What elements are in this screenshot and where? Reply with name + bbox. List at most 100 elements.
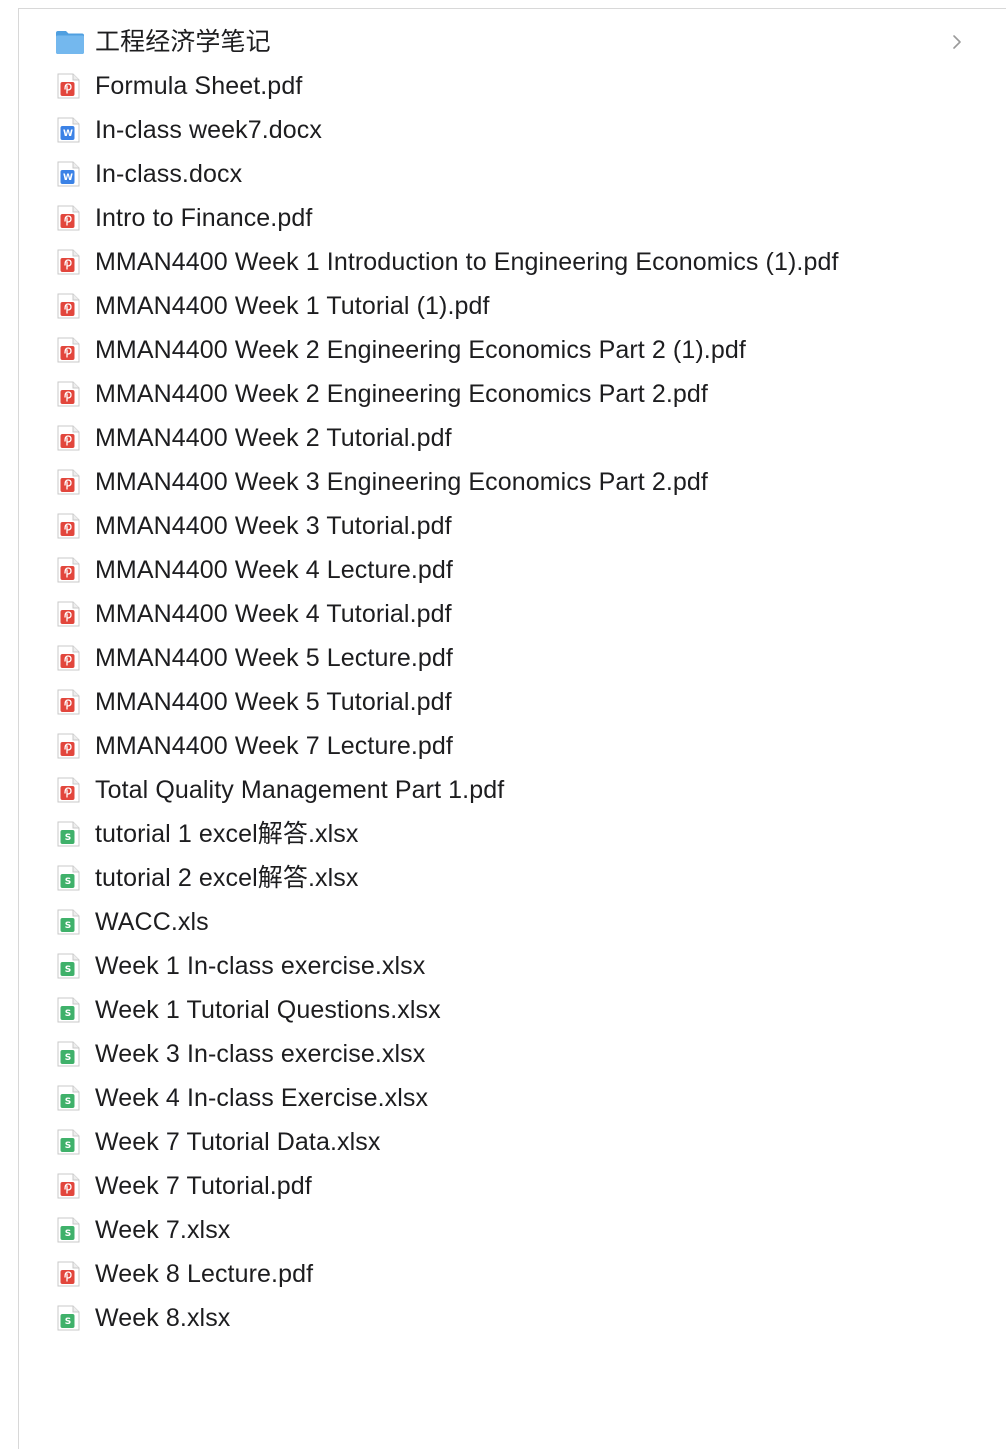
file-row[interactable]: S Week 3 In-class exercise.xlsx <box>19 1032 1006 1076</box>
svg-text:S: S <box>65 965 71 975</box>
files-container: Formula Sheet.pdf W In-class week7.docx W In… <box>19 64 1006 1340</box>
file-row[interactable]: Stutorial 2 excel解答.xlsx <box>19 856 1006 900</box>
file-name: Total Quality Management Part 1.pdf <box>95 776 505 804</box>
file-name: MMAN4400 Week 7 Lecture.pdf <box>95 732 453 760</box>
file-row[interactable]: MMAN4400 Week 5 Lecture.pdf <box>19 636 1006 680</box>
file-name: MMAN4400 Week 2 Engineering Economics Pa… <box>95 380 708 408</box>
file-row[interactable]: Total Quality Management Part 1.pdf <box>19 768 1006 812</box>
pdf-file-icon <box>55 249 81 275</box>
file-row[interactable]: S Week 4 In-class Exercise.xlsx <box>19 1076 1006 1120</box>
xlsx-file-icon: S <box>55 865 81 891</box>
pdf-file-icon <box>55 557 81 583</box>
pdf-file-icon <box>55 777 81 803</box>
file-row[interactable]: W In-class.docx <box>19 152 1006 196</box>
svg-text:S: S <box>65 1097 71 1107</box>
file-row[interactable]: MMAN4400 Week 2 Tutorial.pdf <box>19 416 1006 460</box>
xlsx-file-icon: S <box>55 909 81 935</box>
file-row[interactable]: Formula Sheet.pdf <box>19 64 1006 108</box>
file-name: MMAN4400 Week 2 Tutorial.pdf <box>95 424 452 452</box>
xlsx-file-icon: S <box>55 997 81 1023</box>
file-name: MMAN4400 Week 2 Engineering Economics Pa… <box>95 336 746 364</box>
file-row[interactable]: Week 8 Lecture.pdf <box>19 1252 1006 1296</box>
folder-name: 工程经济学笔记 <box>95 28 271 56</box>
pdf-file-icon <box>55 293 81 319</box>
svg-text:S: S <box>65 1229 71 1239</box>
pdf-file-icon <box>55 513 81 539</box>
file-row[interactable]: S Week 1 Tutorial Questions.xlsx <box>19 988 1006 1032</box>
folder-icon <box>55 29 84 55</box>
file-name: Week 3 In-class exercise.xlsx <box>95 1040 426 1068</box>
file-list: 工程经济学笔记 Formula Sheet.pdf W In-class week7… <box>19 20 1006 1340</box>
pdf-file-icon <box>55 1173 81 1199</box>
file-name: MMAN4400 Week 5 Tutorial.pdf <box>95 688 452 716</box>
pdf-file-icon <box>55 73 81 99</box>
file-name: MMAN4400 Week 1 Introduction to Engineer… <box>95 248 839 276</box>
file-row[interactable]: MMAN4400 Week 1 Introduction to Engineer… <box>19 240 1006 284</box>
file-row[interactable]: W In-class week7.docx <box>19 108 1006 152</box>
pdf-file-icon <box>55 645 81 671</box>
svg-text:S: S <box>65 1141 71 1151</box>
file-name: Week 1 In-class exercise.xlsx <box>95 952 426 980</box>
file-name: WACC.xls <box>95 908 209 936</box>
xlsx-file-icon: S <box>55 821 81 847</box>
file-name: In-class.docx <box>95 160 243 188</box>
file-name: MMAN4400 Week 1 Tutorial (1).pdf <box>95 292 490 320</box>
file-row[interactable]: MMAN4400 Week 2 Engineering Economics Pa… <box>19 372 1006 416</box>
file-name: Week 1 Tutorial Questions.xlsx <box>95 996 441 1024</box>
pdf-file-icon <box>55 601 81 627</box>
pdf-file-icon <box>55 689 81 715</box>
file-name: Week 8 Lecture.pdf <box>95 1260 314 1288</box>
file-row[interactable]: S Week 8.xlsx <box>19 1296 1006 1340</box>
pdf-file-icon <box>55 469 81 495</box>
xlsx-file-icon: S <box>55 1041 81 1067</box>
file-name: Week 7.xlsx <box>95 1216 231 1244</box>
file-row[interactable]: Week 7 Tutorial.pdf <box>19 1164 1006 1208</box>
file-row[interactable]: S Week 7.xlsx <box>19 1208 1006 1252</box>
file-name: Week 8.xlsx <box>95 1304 231 1332</box>
svg-text:W: W <box>63 173 73 183</box>
svg-text:S: S <box>65 833 71 843</box>
file-name: Week 4 In-class Exercise.xlsx <box>95 1084 429 1112</box>
svg-text:S: S <box>65 1053 71 1063</box>
xlsx-file-icon: S <box>55 1085 81 1111</box>
file-name: MMAN4400 Week 3 Tutorial.pdf <box>95 512 452 540</box>
file-row[interactable]: S WACC.xls <box>19 900 1006 944</box>
file-row[interactable]: MMAN4400 Week 3 Engineering Economics Pa… <box>19 460 1006 504</box>
file-row[interactable]: S Week 7 Tutorial Data.xlsx <box>19 1120 1006 1164</box>
pdf-file-icon <box>55 1261 81 1287</box>
file-name: tutorial 1 excel解答.xlsx <box>95 820 359 848</box>
svg-text:S: S <box>65 921 71 931</box>
svg-text:S: S <box>65 1317 71 1327</box>
pdf-file-icon <box>55 381 81 407</box>
file-row[interactable]: S Week 1 In-class exercise.xlsx <box>19 944 1006 988</box>
xlsx-file-icon: S <box>55 953 81 979</box>
file-row[interactable]: MMAN4400 Week 5 Tutorial.pdf <box>19 680 1006 724</box>
svg-text:W: W <box>63 129 73 139</box>
pdf-file-icon <box>55 205 81 231</box>
finder-window: 工程经济学笔记 Formula Sheet.pdf W In-class week7… <box>18 8 1006 1449</box>
file-row[interactable]: MMAN4400 Week 2 Engineering Economics Pa… <box>19 328 1006 372</box>
file-name: Formula Sheet.pdf <box>95 72 303 100</box>
svg-text:S: S <box>65 1009 71 1019</box>
file-name: Week 7 Tutorial Data.xlsx <box>95 1128 381 1156</box>
file-row[interactable]: MMAN4400 Week 1 Tutorial (1).pdf <box>19 284 1006 328</box>
docx-file-icon: W <box>55 161 81 187</box>
file-name: MMAN4400 Week 4 Lecture.pdf <box>95 556 453 584</box>
file-name: MMAN4400 Week 4 Tutorial.pdf <box>95 600 452 628</box>
file-row[interactable]: Stutorial 1 excel解答.xlsx <box>19 812 1006 856</box>
file-name: In-class week7.docx <box>95 116 322 144</box>
chevron-right-icon[interactable] <box>949 32 965 52</box>
pdf-file-icon <box>55 425 81 451</box>
file-name: MMAN4400 Week 3 Engineering Economics Pa… <box>95 468 708 496</box>
folder-row[interactable]: 工程经济学笔记 <box>19 20 1006 64</box>
file-row[interactable]: MMAN4400 Week 4 Lecture.pdf <box>19 548 1006 592</box>
pdf-file-icon <box>55 337 81 363</box>
file-row[interactable]: Intro to Finance.pdf <box>19 196 1006 240</box>
file-name: tutorial 2 excel解答.xlsx <box>95 864 359 892</box>
file-row[interactable]: MMAN4400 Week 7 Lecture.pdf <box>19 724 1006 768</box>
file-row[interactable]: MMAN4400 Week 4 Tutorial.pdf <box>19 592 1006 636</box>
file-row[interactable]: MMAN4400 Week 3 Tutorial.pdf <box>19 504 1006 548</box>
file-name: MMAN4400 Week 5 Lecture.pdf <box>95 644 453 672</box>
xlsx-file-icon: S <box>55 1217 81 1243</box>
file-name: Intro to Finance.pdf <box>95 204 313 232</box>
